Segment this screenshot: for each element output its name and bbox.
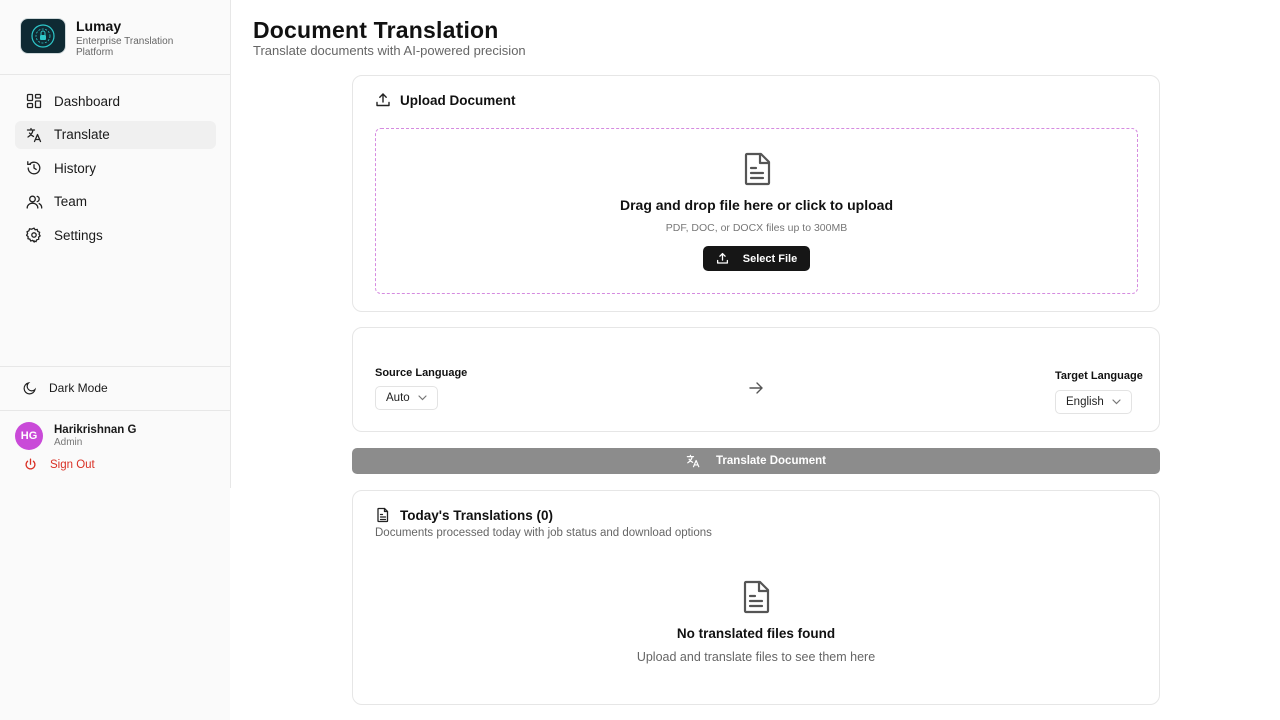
- dropzone-title: Drag and drop file here or click to uplo…: [619, 197, 894, 213]
- document-icon: [739, 151, 775, 192]
- sidebar-item-settings[interactable]: Settings: [15, 221, 216, 249]
- moon-icon: [23, 381, 37, 395]
- language-card: Source Language Auto Target Language Eng…: [352, 327, 1160, 432]
- sidebar-item-label: Team: [54, 194, 88, 209]
- source-language-label: Source Language: [375, 367, 468, 379]
- today-card-header: Today's Translations (0): [375, 507, 553, 523]
- today-card-subtitle: Documents processed today with job statu…: [375, 527, 712, 539]
- sidebar-item-label: History: [54, 160, 97, 176]
- document-icon: [738, 579, 774, 620]
- sidebar-item-label: Dashboard: [54, 93, 121, 109]
- sidebar-divider: [0, 410, 230, 411]
- brand-title: Lumay: [76, 18, 122, 34]
- dashboard-icon: [25, 92, 43, 110]
- dark-mode-label: Dark Mode: [49, 381, 108, 395]
- sidebar-item-history[interactable]: History: [15, 154, 216, 182]
- chevron-down-icon: [418, 395, 427, 401]
- brand[interactable]: Lumay Enterprise Translation Platform: [20, 18, 196, 58]
- brand-subtitle: Enterprise Translation Platform: [76, 36, 174, 58]
- page-subtitle: Translate documents with AI-powered prec…: [253, 43, 526, 58]
- empty-state-title: No translated files found: [676, 626, 836, 641]
- chevron-down-icon: [1112, 399, 1121, 405]
- translate-icon: [25, 126, 43, 144]
- translate-document-button[interactable]: Translate Document: [352, 448, 1160, 474]
- user-name: Harikrishnan G: [54, 423, 137, 436]
- user-role: Admin: [54, 436, 83, 448]
- file-dropzone[interactable]: Drag and drop file here or click to uplo…: [375, 128, 1138, 294]
- gear-icon: [25, 226, 43, 244]
- avatar: HG: [15, 422, 43, 450]
- dropzone-hint: PDF, DOC, or DOCX files up to 300MB: [665, 222, 848, 234]
- sidebar-item-label: Translate: [54, 127, 110, 142]
- source-language-select[interactable]: Auto: [375, 386, 438, 410]
- sidebar-item-dashboard[interactable]: Dashboard: [15, 87, 216, 115]
- sidebar-divider: [0, 366, 230, 367]
- sign-out-label: Sign Out: [50, 458, 95, 471]
- power-icon: [24, 458, 37, 471]
- arrow-right-icon: [748, 380, 764, 401]
- brand-logo-icon: [20, 18, 66, 54]
- sidebar-divider: [0, 74, 230, 75]
- team-icon: [25, 193, 43, 211]
- select-file-label: Select File: [742, 252, 798, 265]
- translate-document-label: Translate Document: [716, 455, 826, 467]
- upload-icon: [375, 92, 391, 108]
- app-root: Lumay Enterprise Translation Platform Da…: [0, 0, 1280, 720]
- source-language-value: Auto: [386, 392, 410, 404]
- today-card-title: Today's Translations (0): [400, 507, 553, 523]
- today-translations-card: Today's Translations (0) Documents proce…: [352, 490, 1160, 705]
- sidebar-nav: Dashboard Translate History Team Setting…: [15, 87, 216, 255]
- history-icon: [25, 159, 43, 177]
- target-language-value: English: [1066, 396, 1104, 408]
- sidebar: Lumay Enterprise Translation Platform Da…: [0, 0, 231, 720]
- page-title: Document Translation: [253, 17, 499, 43]
- target-language-select[interactable]: English: [1055, 390, 1132, 414]
- sign-out-button[interactable]: Sign Out: [24, 458, 95, 471]
- user-profile[interactable]: HG Harikrishnan G Admin: [15, 422, 136, 450]
- dark-mode-toggle[interactable]: Dark Mode: [15, 377, 108, 399]
- upload-card-header: Upload Document: [375, 92, 516, 108]
- sidebar-item-label: Settings: [54, 227, 103, 243]
- upload-icon: [716, 252, 729, 265]
- select-file-button[interactable]: Select File: [703, 246, 810, 271]
- file-text-icon: [375, 507, 391, 523]
- target-language-label: Target Language: [1055, 370, 1143, 382]
- sidebar-item-translate[interactable]: Translate: [15, 120, 216, 149]
- sidebar-item-team[interactable]: Team: [15, 188, 216, 216]
- translate-icon: [686, 454, 701, 468]
- sidebar-panel: Lumay Enterprise Translation Platform Da…: [0, 0, 231, 488]
- upload-card: Upload Document Drag and drop file here …: [352, 75, 1160, 312]
- empty-state-subtitle: Upload and translate files to see them h…: [636, 650, 876, 664]
- upload-card-title: Upload Document: [400, 92, 516, 108]
